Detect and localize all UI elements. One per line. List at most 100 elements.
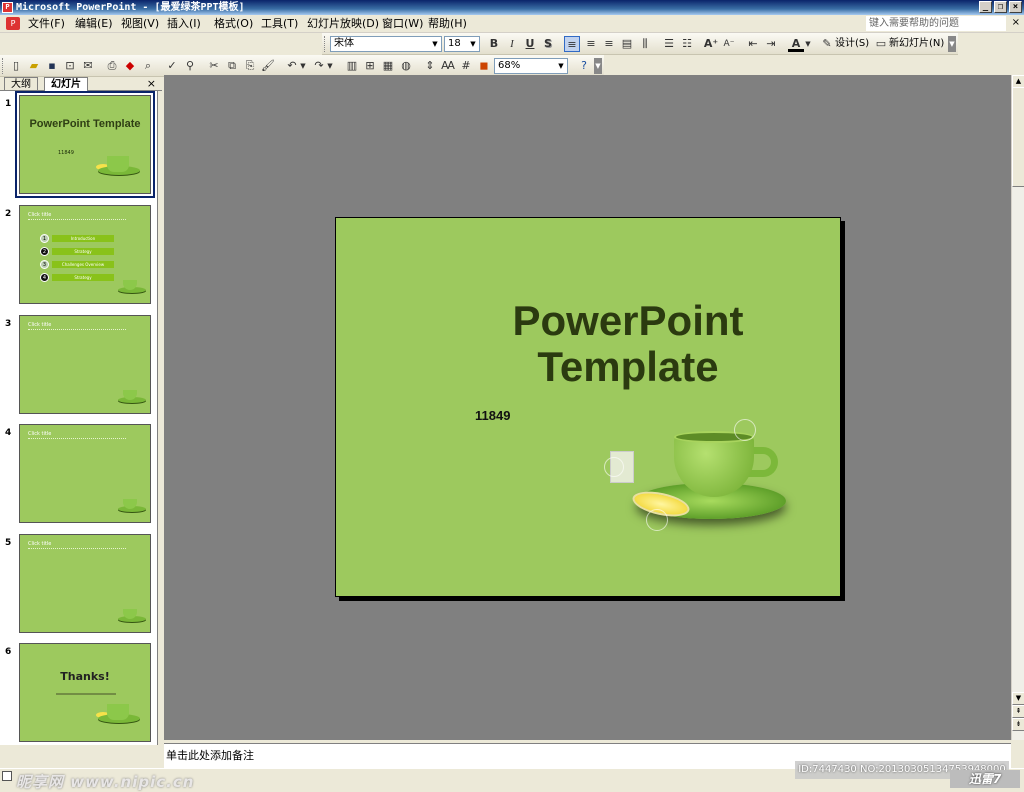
justify-icon[interactable]: ▤ [619,36,635,52]
copy-icon[interactable]: ⧉ [224,58,240,74]
toolbar-grip[interactable] [324,36,327,52]
next-slide-icon[interactable]: ⇟ [1012,718,1024,731]
font-color-icon[interactable]: A [788,36,804,52]
thumbnail-row-1[interactable]: 1 PowerPoint Template 11849 [0,91,157,198]
shadow-button[interactable]: S [540,36,556,52]
print-icon[interactable]: ⎙ [104,58,120,74]
align-left-icon[interactable]: ≡ [564,36,580,52]
save-icon[interactable]: ▪ [44,58,60,74]
new-slide-button[interactable]: 新幻灯片(N) [889,36,944,52]
chevron-down-icon[interactable]: ▼ [299,58,307,74]
format-painter-icon[interactable]: 🖌 [260,58,276,74]
distribute-icon[interactable]: ⫼ [637,36,653,52]
menu-edit[interactable]: 编辑(E) [75,17,113,31]
align-right-icon[interactable]: ≡ [601,36,617,52]
thumbnail-row-2[interactable]: 2 Click title 1 Introduction 2 Strategy 3C… [0,203,157,307]
slide-editor[interactable]: PowerPoint Template 11849 [164,75,1011,740]
zoom-select[interactable]: 68% ▼ [494,58,568,74]
menu-slideshow[interactable]: 幻灯片放映(D) [307,17,379,31]
expand-all-icon[interactable]: ⇕ [422,58,438,74]
tea-cup-image[interactable] [596,419,796,543]
toolbar-grip[interactable] [2,58,5,74]
current-slide[interactable]: PowerPoint Template 11849 [335,217,841,597]
list-item: 3 Challenges Overview [40,260,122,270]
spelling-icon[interactable]: ✓ [164,58,180,74]
color-grayscale-icon[interactable]: ◼ [476,58,492,74]
chevron-down-icon[interactable]: ▼ [326,58,334,74]
powerpoint-app-icon[interactable]: P [2,2,13,13]
font-size-select[interactable]: 18 ▼ [444,36,480,52]
insert-table-icon[interactable]: ⊞ [362,58,378,74]
normal-view-icon[interactable] [2,771,12,781]
item-label: Strategy [52,274,114,281]
numbered-list-icon[interactable]: ☰ [661,36,677,52]
insert-diagram-icon[interactable]: ◍ [398,58,414,74]
document-icon[interactable]: P [6,17,20,30]
restore-button[interactable]: ❐ [994,1,1007,13]
chevron-down-icon[interactable]: ▼ [804,36,812,52]
thumbnail-row-5[interactable]: 5 Click title [0,532,157,636]
slide-thumbnail[interactable]: Click title [19,534,151,633]
menu-help[interactable]: 帮助(H) [428,17,467,31]
permission-icon[interactable]: ⊡ [62,58,78,74]
doc-close-icon[interactable]: × [1012,17,1020,28]
scrollbar-thumb[interactable] [1012,87,1024,187]
slide-thumbnail[interactable]: Click title 1 Introduction 2 Strategy 3 Cha… [19,205,151,304]
new-document-icon[interactable]: ▯ [8,58,24,74]
decrease-font-icon[interactable]: A⁻ [721,36,737,52]
vertical-scrollbar[interactable]: ▲ ▼ ⇞ ⇟ [1011,75,1024,740]
email-icon[interactable]: ✉ [80,58,96,74]
align-center-icon[interactable]: ≡ [583,36,599,52]
toolbar-options-icon[interactable]: ▼ [594,58,602,74]
cut-icon[interactable]: ✂ [206,58,222,74]
previous-slide-icon[interactable]: ⇞ [1012,705,1024,718]
slide-subtitle-number[interactable]: 11849 [475,408,510,423]
menu-tools[interactable]: 工具(T) [261,17,298,31]
grid-icon[interactable]: # [458,58,474,74]
slide-thumbnail[interactable]: PowerPoint Template 11849 [15,91,155,198]
underline-button[interactable]: U [522,36,538,52]
minimize-button[interactable]: _ [979,1,992,13]
design-icon[interactable]: ✎ [820,36,834,52]
paste-icon[interactable]: ⎘ [242,58,258,74]
font-name-select[interactable]: 宋体 ▼ [330,36,442,52]
menu-insert[interactable]: 插入(I) [167,17,201,31]
thumbnail-row-3[interactable]: 3 Click title [0,313,157,417]
slide-thumbnail[interactable]: Click title [19,424,151,523]
tables-borders-icon[interactable]: ▦ [380,58,396,74]
close-pane-icon[interactable]: × [147,77,156,90]
menu-file[interactable]: 文件(F) [28,17,65,31]
toolbar-options-icon[interactable]: ▼ [948,36,956,52]
undo-icon[interactable]: ↶ [284,58,300,74]
pdf-icon[interactable]: ◆ [122,58,138,74]
thumbnail-row-6[interactable]: 6 Thanks! [0,641,157,745]
slide-thumbnail[interactable]: Click title [19,315,151,414]
tab-outline[interactable]: 大纲 [4,77,38,91]
menu-view[interactable]: 视图(V) [121,17,159,31]
italic-button[interactable]: I [504,36,520,52]
increase-font-icon[interactable]: A⁺ [703,36,719,52]
new-slide-icon[interactable]: ▭ [874,36,888,52]
design-button[interactable]: 设计(S) [835,36,869,52]
tab-slides[interactable]: 幻灯片 [44,77,88,91]
decrease-indent-icon[interactable]: ⇤ [745,36,761,52]
slide-title[interactable]: PowerPoint Template [336,298,840,390]
open-folder-icon[interactable]: ▰ [26,58,42,74]
bold-button[interactable]: B [486,36,502,52]
show-formatting-icon[interactable]: Ꜳ [440,58,456,74]
bulleted-list-icon[interactable]: ☷ [679,36,695,52]
print-preview-icon[interactable]: ⌕ [140,58,156,74]
menu-window[interactable]: 窗口(W) [382,17,423,31]
help-search-input[interactable]: 键入需要帮助的问题 [866,16,1006,31]
thumbnail-row-4[interactable]: 4 Click title [0,422,157,526]
research-icon[interactable]: ⚲ [182,58,198,74]
brand-badge: 迅雷7 [950,770,1020,788]
redo-icon[interactable]: ↷ [311,58,327,74]
insert-chart-icon[interactable]: ▥ [344,58,360,74]
menu-format[interactable]: 格式(O) [214,17,253,31]
scroll-down-icon[interactable]: ▼ [1012,692,1024,705]
close-button[interactable]: × [1009,1,1022,13]
increase-indent-icon[interactable]: ⇥ [763,36,779,52]
slide-thumbnail[interactable]: Thanks! [19,643,151,742]
help-icon[interactable]: ? [576,58,592,74]
